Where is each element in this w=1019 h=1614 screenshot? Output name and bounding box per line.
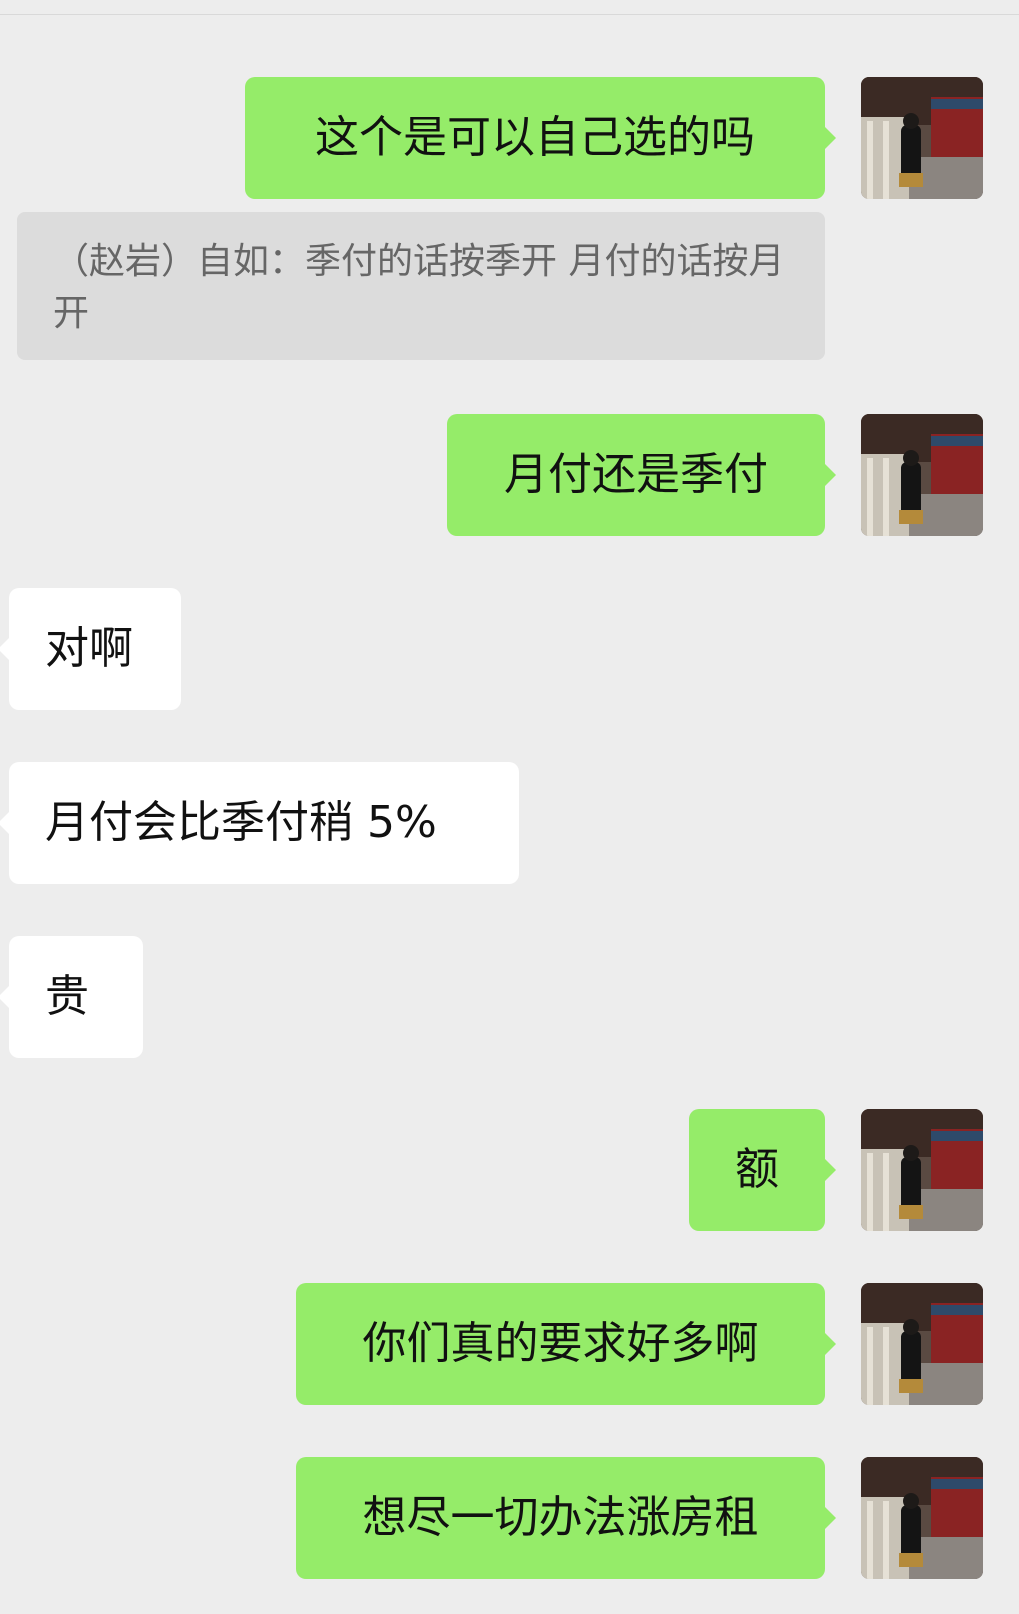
their-message-bubble[interactable]: 贵: [0, 936, 143, 1058]
avatar-photo-icon: [861, 1457, 983, 1579]
my-message-bubble[interactable]: 额: [689, 1109, 836, 1231]
avatar-photo-icon: [861, 414, 983, 536]
my-message-bubble[interactable]: 这个是可以自己选的吗: [245, 77, 836, 199]
my-message-bubble[interactable]: 想尽一切办法涨房租: [296, 1457, 836, 1579]
avatar-photo-icon: [861, 77, 983, 199]
my-avatar[interactable]: [861, 1109, 983, 1231]
avatar-photo-icon: [861, 1109, 983, 1231]
my-avatar[interactable]: [861, 414, 983, 536]
message-text: 月付会比季付稍 5%: [45, 797, 437, 848]
message-text: 月付还是季付: [504, 449, 768, 500]
my-message-bubble[interactable]: 你们真的要求好多啊: [296, 1283, 836, 1405]
message-text: 这个是可以自己选的吗: [315, 112, 755, 163]
message-text: 对啊: [45, 623, 133, 674]
avatar-photo-icon: [861, 1283, 983, 1405]
quoted-message[interactable]: （赵岩）自如：季付的话按季开 月付的话按月开: [17, 212, 825, 360]
message-text: 贵: [45, 971, 89, 1022]
top-divider: [0, 14, 1019, 15]
their-message-bubble[interactable]: 对啊: [0, 588, 181, 710]
their-message-bubble[interactable]: 月付会比季付稍 5%: [0, 762, 519, 884]
message-text: 额: [735, 1144, 779, 1195]
message-text: 你们真的要求好多啊: [362, 1318, 759, 1369]
message-text: 想尽一切办法涨房租: [362, 1492, 759, 1543]
my-message-bubble[interactable]: 月付还是季付: [447, 414, 836, 536]
quoted-message-text: （赵岩）自如：季付的话按季开 月付的话按月开: [53, 241, 785, 334]
my-avatar[interactable]: [861, 1283, 983, 1405]
my-avatar[interactable]: [861, 1457, 983, 1579]
my-avatar[interactable]: [861, 77, 983, 199]
